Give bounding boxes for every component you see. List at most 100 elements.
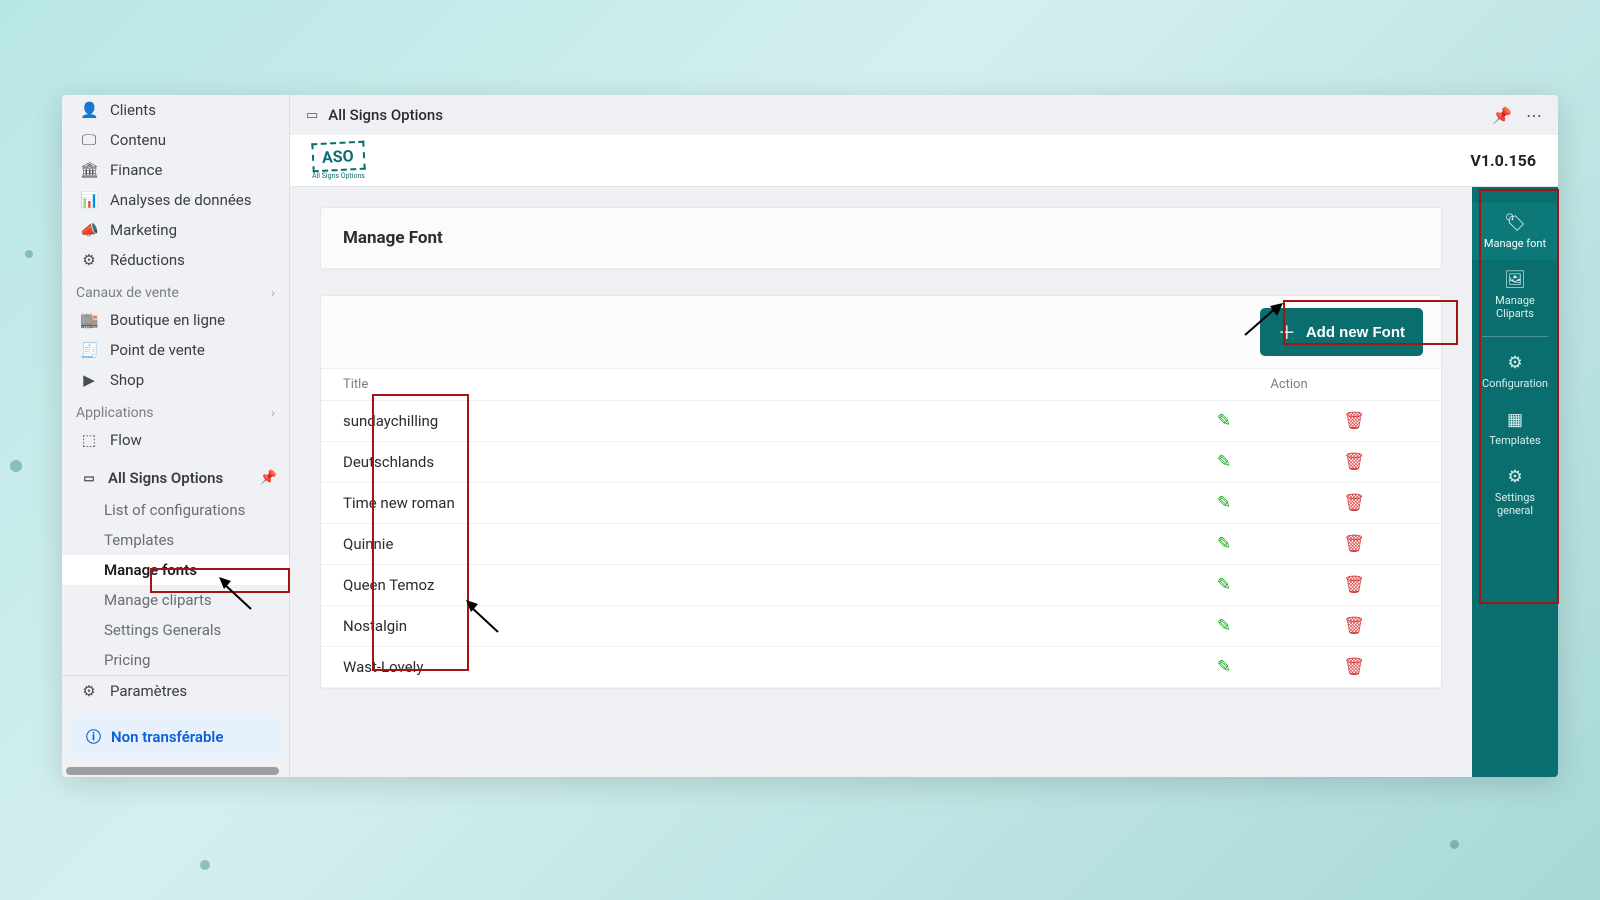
manage-font-card: Manage Font — [320, 207, 1442, 270]
rail-templates[interactable]: ▦ Templates — [1472, 400, 1558, 457]
brand-bar: ASO All Signs Options V1.0.156 — [290, 135, 1558, 187]
table-toolbar: ＋ Add new Font — [321, 296, 1441, 369]
delete-icon[interactable]: 🗑 — [1343, 575, 1365, 595]
sidebar-sub-pricing[interactable]: Pricing — [62, 645, 289, 675]
sidebar-item-pos[interactable]: 🧾 Point de vente — [62, 335, 289, 365]
edit-icon[interactable]: ✎ — [1217, 452, 1231, 472]
gear-icon: ⚙ — [1507, 467, 1522, 487]
edit-icon[interactable]: ✎ — [1217, 493, 1231, 513]
rail-manage-font[interactable]: 🏷 Manage font — [1472, 203, 1558, 260]
rail-settings-general[interactable]: ⚙ Settings general — [1472, 457, 1558, 527]
edit-icon[interactable]: ✎ — [1217, 534, 1231, 554]
rail-manage-cliparts[interactable]: 🖼 Manage Cliparts — [1472, 260, 1558, 330]
rail-label: Templates — [1489, 434, 1540, 447]
logo-subtitle: All Signs Options — [312, 172, 365, 180]
rail-label: Configuration — [1482, 377, 1548, 390]
font-title: Queen Temoz — [343, 576, 1159, 594]
sidebar-item-all-signs-options[interactable]: ▭ All Signs Options 📌 — [62, 461, 289, 495]
rail-label: Manage Cliparts — [1476, 294, 1554, 320]
app-icon: ▭ — [306, 108, 318, 123]
delete-icon[interactable]: 🗑 — [1343, 657, 1365, 677]
table-row: Queen Temoz ✎ 🗑 — [321, 565, 1441, 606]
edit-icon[interactable]: ✎ — [1217, 616, 1231, 636]
brand-logo: ASO All Signs Options — [312, 142, 365, 180]
sidebar-sub-settings-generals[interactable]: Settings Generals — [62, 615, 289, 645]
font-title: Deutschlands — [343, 453, 1159, 471]
sidebar-item-boutique[interactable]: 🏬 Boutique en ligne — [62, 305, 289, 335]
sidebar-item-parametres[interactable]: ⚙ Paramètres — [62, 676, 289, 706]
non-transferable-banner[interactable]: ⓘ Non transférable — [70, 714, 281, 759]
content: Manage Font ＋ Add new Font Title Action … — [290, 187, 1472, 777]
store-icon: 🏬 — [80, 311, 98, 329]
rail-configuration[interactable]: ⚙ Configuration — [1472, 343, 1558, 400]
section-label: Applications — [76, 405, 154, 421]
grid-icon: ▦ — [1507, 410, 1523, 430]
font-title: sundaychilling — [343, 412, 1159, 430]
chevron-right-icon: › — [271, 406, 275, 420]
sidebar-sub-templates[interactable]: Templates — [62, 525, 289, 555]
monitor-icon: 🖵 — [80, 131, 98, 149]
chevron-right-icon: › — [271, 286, 275, 300]
delete-icon[interactable]: 🗑 — [1343, 411, 1365, 431]
sidebar-item-analytics[interactable]: 📊 Analyses de données — [62, 185, 289, 215]
edit-icon[interactable]: ✎ — [1217, 575, 1231, 595]
sidebar-item-label: Boutique en ligne — [110, 311, 225, 329]
main-area: ▭ All Signs Options 📌 ⋯ ASO All Signs Op… — [290, 95, 1558, 777]
sidebar-item-clients[interactable]: 👤 Clients — [62, 95, 289, 125]
delete-icon[interactable]: 🗑 — [1343, 493, 1365, 513]
plus-icon: ＋ — [1278, 319, 1296, 345]
chart-icon: 📊 — [80, 191, 98, 209]
banner-label: Non transférable — [111, 728, 223, 746]
sidebar-sub-manage-cliparts[interactable]: Manage cliparts — [62, 585, 289, 615]
button-label: Add new Font — [1306, 324, 1405, 341]
rail-separator — [1482, 336, 1548, 337]
right-rail: 🏷 Manage font 🖼 Manage Cliparts ⚙ Config… — [1472, 187, 1558, 777]
sidebar-item-flow[interactable]: ⬚ Flow — [62, 425, 289, 455]
bank-icon: 🏛 — [80, 161, 98, 179]
table-body: sundaychilling✎🗑Deutschlands✎🗑Time new r… — [321, 401, 1441, 688]
person-icon: 👤 — [80, 101, 98, 119]
table-header: Title Action — [321, 369, 1441, 401]
megaphone-icon: 📣 — [80, 221, 98, 239]
sidebar-item-marketing[interactable]: 📣 Marketing — [62, 215, 289, 245]
table-row: Deutschlands ✎ 🗑 — [321, 442, 1441, 483]
add-new-font-button[interactable]: ＋ Add new Font — [1260, 308, 1423, 356]
card-heading: Manage Font — [321, 208, 1441, 269]
sidebar-item-finance[interactable]: 🏛 Finance — [62, 155, 289, 185]
table-row: Quinnie ✎ 🗑 — [321, 524, 1441, 565]
sidebar-section-apps[interactable]: Applications › — [62, 395, 289, 425]
sidebar-item-label: Shop — [110, 371, 144, 389]
edit-icon[interactable]: ✎ — [1217, 411, 1231, 431]
delete-icon[interactable]: 🗑 — [1343, 452, 1365, 472]
scrollbar[interactable] — [66, 767, 279, 775]
delete-icon[interactable]: 🗑 — [1343, 534, 1365, 554]
sidebar-sub-manage-fonts[interactable]: Manage fonts — [62, 555, 289, 585]
font-title: Wast-Lovely — [343, 658, 1159, 676]
page-title: All Signs Options — [328, 106, 443, 124]
sidebar-item-reductions[interactable]: ⚙ Réductions — [62, 245, 289, 275]
table-row: Wast-Lovely ✎ 🗑 — [321, 647, 1441, 688]
rail-label: Manage font — [1484, 237, 1546, 250]
sidebar-section-sales[interactable]: Canaux de vente › — [62, 275, 289, 305]
rail-label: Settings general — [1476, 491, 1554, 517]
sidebar-item-shop[interactable]: ▶ Shop — [62, 365, 289, 395]
edit-icon[interactable]: ✎ — [1217, 657, 1231, 677]
image-icon: 🖼 — [1504, 270, 1526, 290]
sidebar-item-label: Analyses de données — [110, 191, 252, 209]
font-title: Nostalgin — [343, 617, 1159, 635]
font-title: Quinnie — [343, 535, 1159, 553]
pin-icon[interactable]: 📌 — [1492, 106, 1512, 125]
section-label: Canaux de vente — [76, 285, 179, 301]
sidebar-item-label: Réductions — [110, 251, 185, 269]
receipt-icon: 🧾 — [80, 341, 98, 359]
delete-icon[interactable]: 🗑 — [1343, 616, 1365, 636]
more-icon[interactable]: ⋯ — [1526, 106, 1542, 125]
sidebar-item-label: Paramètres — [110, 682, 187, 700]
sidebar-sub-configs[interactable]: List of configurations — [62, 495, 289, 525]
topbar: ▭ All Signs Options 📌 ⋯ — [290, 95, 1558, 135]
table-row: Nostalgin ✎ 🗑 — [321, 606, 1441, 647]
app-window: 👤 Clients 🖵 Contenu 🏛 Finance 📊 Analyses… — [62, 95, 1558, 777]
info-icon: ⓘ — [86, 726, 101, 747]
sidebar-item-contenu[interactable]: 🖵 Contenu — [62, 125, 289, 155]
pin-icon[interactable]: 📌 — [260, 470, 277, 486]
